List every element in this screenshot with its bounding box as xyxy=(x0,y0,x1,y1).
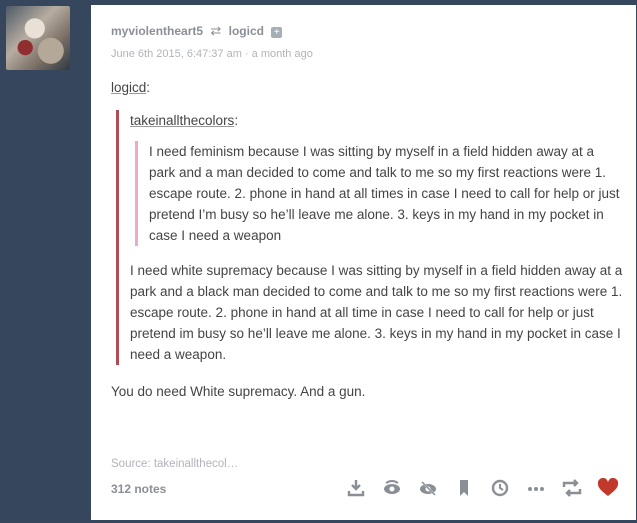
colon: : xyxy=(234,113,239,128)
quote-user-link[interactable]: takeinallthecolors xyxy=(130,113,234,128)
comment-text: You do need White supremacy. And a gun. xyxy=(111,384,366,399)
follow-plus-icon[interactable]: + xyxy=(271,27,283,38)
eye-slash-icon[interactable] xyxy=(410,474,446,502)
inner-quote: I need feminism because I was sitting by… xyxy=(135,141,623,246)
bookmark-icon[interactable] xyxy=(446,474,482,502)
action-bar xyxy=(338,474,626,502)
source-link[interactable]: Source: takeinallthecol… xyxy=(111,458,238,470)
source-user-link[interactable]: logicd xyxy=(229,24,264,38)
reblogger-link[interactable]: logicd xyxy=(111,80,146,95)
username-link[interactable]: myviolentheart5 xyxy=(111,24,203,38)
more-icon[interactable] xyxy=(518,474,554,502)
inner-quote-text: I need feminism because I was sitting by… xyxy=(149,144,620,243)
reblog-arrow-icon: ⇄ xyxy=(210,23,222,38)
reblog-icon[interactable] xyxy=(554,474,590,502)
avatar[interactable] xyxy=(6,6,70,70)
like-heart-icon[interactable] xyxy=(590,474,626,502)
post-body: logicd: takeinallthecolors: I need femin… xyxy=(111,77,623,402)
colon: : xyxy=(146,80,151,95)
timestamp[interactable]: June 6th 2015, 6:47:37 am · a month ago xyxy=(111,48,313,60)
post-footer: 312 notes xyxy=(91,474,636,520)
history-icon[interactable] xyxy=(482,474,518,502)
download-icon[interactable] xyxy=(338,474,374,502)
outer-quote-text: I need white supremacy because I was sit… xyxy=(130,263,623,362)
eye-incognito-icon[interactable] xyxy=(374,474,410,502)
notes-count[interactable]: 312 notes xyxy=(111,482,166,496)
post-header: myviolentheart5 ⇄ logicd + xyxy=(111,23,283,39)
outer-quote: takeinallthecolors: I need feminism beca… xyxy=(116,110,623,365)
post-card: myviolentheart5 ⇄ logicd + June 6th 2015… xyxy=(91,5,636,520)
